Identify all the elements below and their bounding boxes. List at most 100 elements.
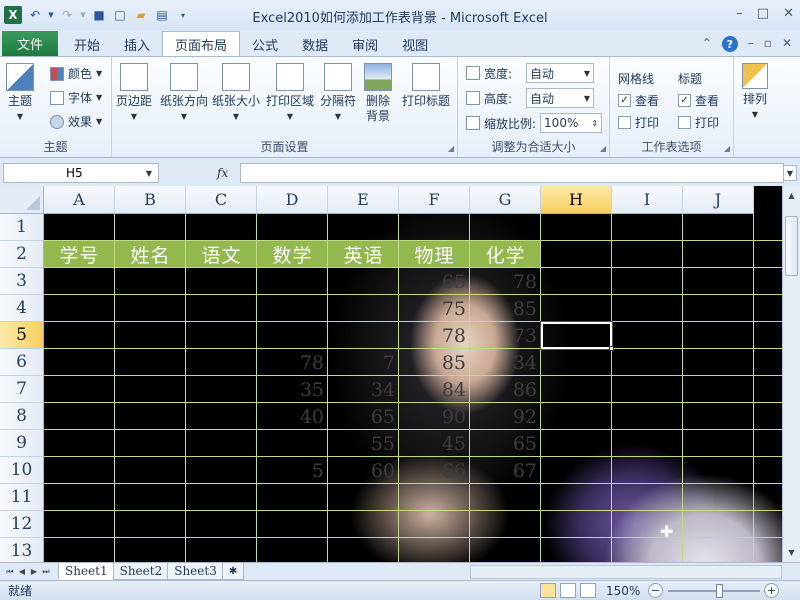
dropdown-arrow-icon[interactable]: ▼ — [48, 7, 54, 23]
margins-button[interactable]: 页边距 ▼ — [116, 63, 152, 124]
scale-spinner[interactable]: 100% ⇕ — [540, 113, 603, 133]
row-header-5[interactable]: 5 — [0, 322, 44, 349]
tab-review[interactable]: 审阅 — [340, 32, 390, 56]
save-icon[interactable]: ■ — [91, 7, 107, 23]
tab-view[interactable]: 视图 — [390, 32, 440, 56]
last-sheet-icon[interactable]: ⏭ — [40, 567, 52, 577]
themes-button[interactable]: 主题 ▼ — [6, 63, 34, 124]
cell-area[interactable]: 学号 姓名 语文 数学 英语 物理 化学 65 78 75 85 78 73 78 7 85 34 35 34 84… — [44, 214, 782, 562]
redo-icon[interactable]: ↷ — [59, 7, 75, 23]
tab-data[interactable]: 数据 — [290, 32, 340, 56]
row-header-13[interactable]: 13 — [0, 538, 44, 562]
tab-home[interactable]: 开始 — [62, 32, 112, 56]
maximize-button[interactable]: □ — [757, 6, 769, 21]
tab-page-layout[interactable]: 页面布局 — [162, 31, 241, 57]
row-header-12[interactable]: 12 — [0, 511, 44, 538]
cell-E9[interactable]: 55 — [328, 430, 399, 457]
workbook-restore-icon[interactable]: ▫ — [764, 36, 772, 52]
cell-F4[interactable]: 75 — [399, 295, 470, 322]
cell-F10[interactable]: 66 — [399, 457, 470, 484]
sheet-tab-2[interactable]: Sheet2 — [112, 563, 170, 580]
normal-view-icon[interactable] — [540, 583, 556, 598]
gridlines-view-checkbox[interactable]: ✓ 查看 — [618, 92, 659, 109]
select-all-button[interactable] — [0, 186, 44, 214]
cell-F6[interactable]: 85 — [399, 349, 470, 376]
fonts-button[interactable]: 字体 ▼ — [50, 89, 102, 106]
dialog-launcher-icon[interactable]: ◢ — [724, 144, 730, 153]
row-header-10[interactable]: 10 — [0, 457, 44, 484]
column-header-C[interactable]: C — [186, 186, 257, 214]
dialog-launcher-icon[interactable]: ◢ — [600, 144, 606, 153]
header-cell[interactable]: 数学 — [257, 241, 328, 268]
dialog-launcher-icon[interactable]: ◢ — [448, 144, 454, 153]
customize-qat-icon[interactable]: ▾ — [175, 7, 191, 23]
column-header-B[interactable]: B — [115, 186, 186, 214]
column-header-A[interactable]: A — [44, 186, 115, 214]
print-area-button[interactable]: 打印区域 ▼ — [266, 63, 314, 124]
prev-sheet-icon[interactable]: ◀ — [16, 567, 28, 576]
name-box[interactable]: H5 ▼ — [3, 163, 159, 183]
column-header-F[interactable]: F — [399, 186, 470, 214]
size-button[interactable]: 纸张大小 ▼ — [212, 63, 260, 124]
column-header-I[interactable]: I — [612, 186, 683, 214]
next-sheet-icon[interactable]: ▶ — [28, 567, 40, 576]
headings-print-checkbox[interactable]: 打印 — [678, 114, 719, 131]
orientation-button[interactable]: 纸张方向 ▼ — [160, 63, 208, 124]
header-cell[interactable]: 物理 — [399, 241, 470, 268]
height-select[interactable]: 自动 ▼ — [526, 88, 595, 108]
header-cell[interactable]: 化学 — [470, 241, 541, 268]
colors-button[interactable]: 颜色 ▼ — [50, 65, 102, 82]
zoom-out-icon[interactable]: − — [648, 583, 663, 598]
cell-G3[interactable]: 78 — [470, 268, 541, 295]
page-layout-view-icon[interactable] — [560, 583, 576, 598]
close-button[interactable]: ✕ — [783, 6, 794, 21]
cell-G4[interactable]: 85 — [470, 295, 541, 322]
insert-sheet-icon[interactable]: ✱ — [221, 563, 245, 580]
header-cell[interactable]: 姓名 — [115, 241, 186, 268]
vertical-scroll-thumb[interactable] — [785, 216, 798, 276]
help-icon[interactable]: ? — [721, 36, 738, 52]
effects-button[interactable]: 效果 ▼ — [50, 113, 102, 130]
row-header-7[interactable]: 7 — [0, 376, 44, 403]
breaks-button[interactable]: 分隔符 ▼ — [320, 63, 356, 124]
row-header-6[interactable]: 6 — [0, 349, 44, 376]
sheet-tab-3[interactable]: Sheet3 — [167, 563, 224, 580]
expand-formula-bar-icon[interactable]: ▼ — [783, 165, 797, 181]
tab-formulas[interactable]: 公式 — [240, 32, 290, 56]
row-header-1[interactable]: 1 — [0, 214, 44, 241]
zoom-level[interactable]: 150% — [606, 584, 640, 598]
tab-file[interactable]: 文件 — [2, 31, 58, 56]
scroll-down-icon[interactable]: ▼ — [784, 545, 799, 560]
page-break-view-icon[interactable] — [580, 583, 596, 598]
new-file-icon[interactable]: □ — [112, 7, 128, 23]
column-header-G[interactable]: G — [470, 186, 541, 214]
sheet-tab-1[interactable]: Sheet1 — [58, 563, 115, 580]
column-header-D[interactable]: D — [257, 186, 328, 214]
row-header-11[interactable]: 11 — [0, 484, 44, 511]
print-titles-button[interactable]: 打印标题 — [402, 63, 450, 109]
cell-E6[interactable]: 7 — [328, 349, 399, 376]
cell-G8[interactable]: 92 — [470, 403, 541, 430]
excel-logo-icon[interactable]: X — [4, 6, 22, 24]
row-header-4[interactable]: 4 — [0, 295, 44, 322]
dropdown-arrow-icon[interactable]: ▼ — [80, 7, 86, 23]
column-header-E[interactable]: E — [328, 186, 399, 214]
cell-G10[interactable]: 67 — [470, 457, 541, 484]
undo-icon[interactable]: ↶ — [27, 7, 43, 23]
delete-background-button[interactable]: 删除 背景 — [364, 63, 392, 124]
cell-D8[interactable]: 40 — [257, 403, 328, 430]
zoom-slider[interactable] — [668, 590, 760, 592]
tab-insert[interactable]: 插入 — [112, 32, 162, 56]
minimize-button[interactable]: – — [736, 6, 743, 21]
gridlines-print-checkbox[interactable]: 打印 — [618, 114, 659, 131]
collapse-ribbon-icon[interactable]: ⌃ — [702, 36, 712, 52]
arrange-button[interactable]: 排列 ▼ — [742, 63, 768, 122]
headings-view-checkbox[interactable]: ✓ 查看 — [678, 92, 719, 109]
cell-D6[interactable]: 78 — [257, 349, 328, 376]
scroll-up-icon[interactable]: ▲ — [784, 188, 799, 203]
cell-E7[interactable]: 34 — [328, 376, 399, 403]
formula-input[interactable] — [240, 163, 784, 183]
cell-D10[interactable]: 5 — [257, 457, 328, 484]
row-header-9[interactable]: 9 — [0, 430, 44, 457]
cell-F3[interactable]: 65 — [399, 268, 470, 295]
